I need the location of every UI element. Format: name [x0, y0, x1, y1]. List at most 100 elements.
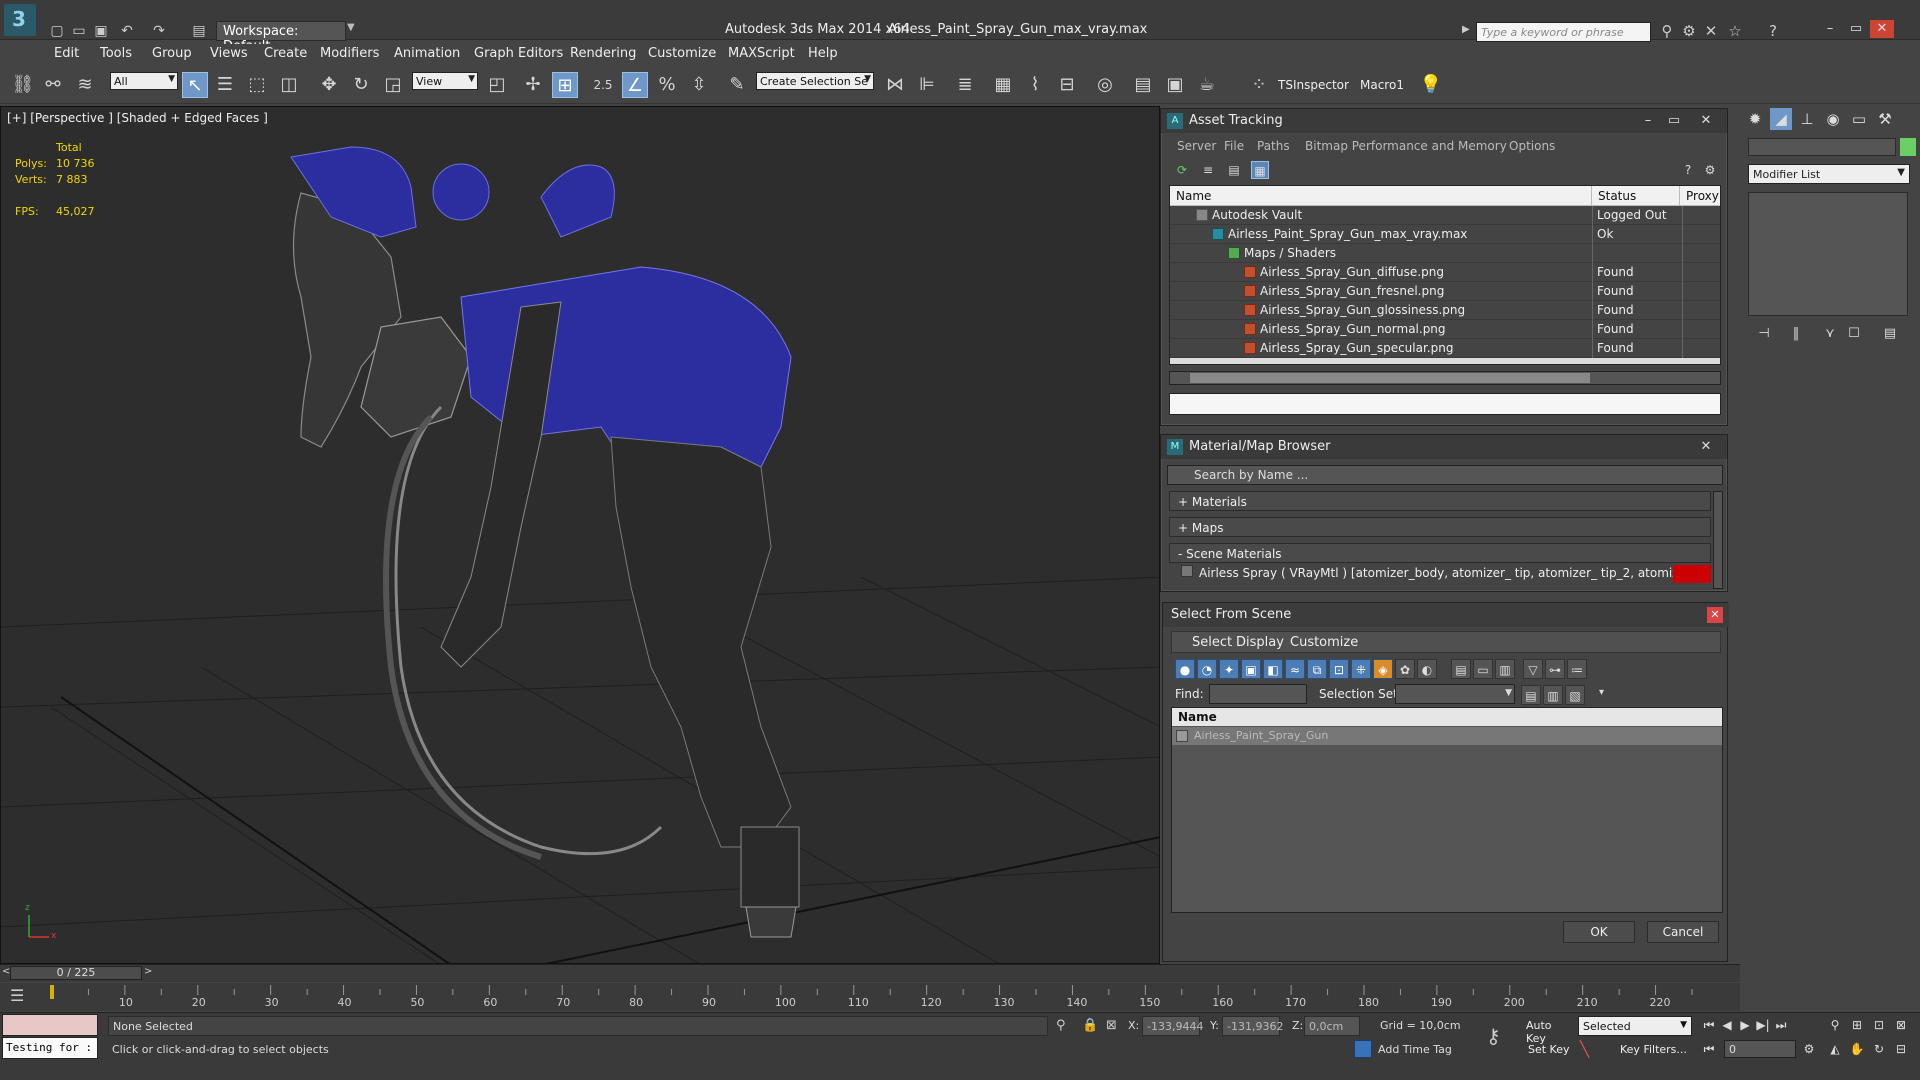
zoom-extents-all-icon[interactable]: ⊠ [1892, 1016, 1910, 1034]
display-cameras-icon[interactable]: ▣ [1241, 659, 1261, 679]
pivot-center-icon[interactable]: ◰ [484, 72, 510, 98]
display-xrefs-icon[interactable]: ⊡ [1329, 659, 1349, 679]
column-status-header[interactable]: Status [1592, 186, 1680, 206]
display-all-icon[interactable]: ▤ [1451, 659, 1471, 679]
table-row[interactable]: Airless_Spray_Gun_normal.png Found [1170, 320, 1720, 339]
show-end-result-icon[interactable]: ‖ [1786, 326, 1806, 346]
y-coordinate-field[interactable]: -131,9362 [1222, 1016, 1283, 1036]
display-helpers-icon[interactable]: ◧ [1263, 659, 1283, 679]
menu-maxscript[interactable]: MAXScript [728, 46, 795, 61]
table-view-icon[interactable]: ▦ [1251, 161, 1269, 179]
percent-snap-icon[interactable]: % [654, 72, 680, 98]
asset-menu-file[interactable]: File [1224, 139, 1244, 153]
select-children-icon[interactable]: ⊶ [1545, 659, 1565, 679]
menu-graph-editors[interactable]: Graph Editors [474, 46, 563, 61]
display-tab-icon[interactable]: ▭ [1848, 108, 1870, 130]
asset-tracking-title-bar[interactable]: A Asset Tracking – ▭ ✕ [1161, 109, 1727, 133]
new-file-icon[interactable]: ▢ [48, 22, 66, 40]
open-file-icon[interactable]: ▭ [70, 22, 88, 40]
rectangular-selection-icon[interactable]: ⬚ [244, 72, 270, 98]
graphite-ribbon-icon[interactable]: ▦ [990, 72, 1016, 98]
ss-menu-display[interactable]: Display [1236, 635, 1284, 650]
unlink-icon[interactable]: ⚯ [40, 72, 66, 98]
material-browser-title-bar[interactable]: M Material/Map Browser ✕ [1161, 435, 1727, 459]
time-tag-icon[interactable] [1354, 1040, 1372, 1058]
key-selection-combo[interactable]: Selected ▼ [1578, 1016, 1692, 1036]
set-key-button[interactable]: Set Key [1524, 1040, 1576, 1060]
infocenter-arrow-icon[interactable]: ▶ [1462, 24, 1470, 35]
current-frame-field[interactable]: 0 [1724, 1040, 1796, 1058]
scene-materials-section[interactable]: - Scene Materials [1169, 543, 1711, 563]
perspective-viewport[interactable]: [+] [Perspective ] [Shaded + Edged Faces… [0, 106, 1160, 964]
hierarchy-tab-icon[interactable]: ⊥ [1796, 108, 1818, 130]
motion-tab-icon[interactable]: ◉ [1822, 108, 1844, 130]
display-hidden-icon[interactable]: ◐ [1417, 659, 1437, 679]
app-logo-button[interactable]: 3 [4, 4, 36, 36]
communication-icon[interactable]: ✕ [1702, 22, 1720, 40]
auto-key-button[interactable]: Auto Key [1524, 1016, 1576, 1045]
z-coordinate-field[interactable]: 0,0cm [1304, 1016, 1360, 1036]
rendered-frame-icon[interactable]: ▣ [1162, 72, 1188, 98]
maximize-icon[interactable]: ▭ [1663, 111, 1685, 131]
display-groups-icon[interactable]: ⧉ [1307, 659, 1327, 679]
maxscript-listener-input[interactable]: Testing for : [2, 1037, 98, 1059]
table-row[interactable]: Airless_Spray_Gun_glossiness.png Found [1170, 301, 1720, 320]
add-time-tag-button[interactable]: Add Time Tag [1378, 1043, 1452, 1056]
isolate-selection-icon[interactable]: ⚲ [1056, 1018, 1066, 1033]
table-row[interactable]: Autodesk VaultLogged Out ... [1170, 206, 1720, 236]
rotate-icon[interactable]: ↻ [348, 72, 374, 98]
pin-stack-icon[interactable]: ⊣ [1754, 326, 1774, 346]
cancel-button[interactable]: Cancel [1647, 921, 1719, 943]
asset-path-field[interactable] [1169, 393, 1721, 415]
bind-space-warp-icon[interactable]: ≋ [72, 72, 98, 98]
close-icon[interactable]: ✕ [1707, 607, 1723, 623]
time-slider-track[interactable] [0, 964, 1740, 982]
find-input[interactable] [1209, 684, 1307, 704]
table-row[interactable]: Airless_Paint_Spray_Gun_max_vray.max Ok [1170, 225, 1720, 244]
macro1-button[interactable]: Macro1 [1360, 78, 1404, 92]
select-object-icon[interactable]: ↖ [182, 72, 208, 98]
mini-curve-editor-icon[interactable]: ☰ [10, 986, 24, 1005]
keyboard-shortcut-override-icon[interactable]: ⊞ [552, 72, 578, 98]
named-selection-set-combo[interactable]: Create Selection Se ▼ [756, 72, 874, 90]
menu-tools[interactable]: Tools [100, 46, 132, 61]
workspace-arrow-icon[interactable]: ▼ [347, 22, 359, 40]
create-selection-set-icon[interactable]: ▤ [1521, 685, 1541, 705]
select-from-scene-title[interactable]: Select From Scene [1163, 603, 1729, 627]
table-row[interactable]: Airless_Spray_Gun_specular.png Found [1170, 339, 1720, 358]
key-filters-button[interactable]: Key Filters... [1616, 1040, 1692, 1060]
asset-menu-bitmap[interactable]: Bitmap Performance and Memory [1305, 139, 1507, 153]
save-file-icon[interactable]: ▣ [92, 22, 110, 40]
configure-modifier-sets-icon[interactable]: ▤ [1880, 326, 1900, 346]
pan-icon[interactable]: ✋ [1848, 1040, 1866, 1058]
reference-coord-combo[interactable]: View ▼ [412, 72, 478, 90]
ss-menu-select[interactable]: Select [1192, 635, 1232, 650]
minimize-icon[interactable]: – [1637, 111, 1659, 131]
column-proxy-header[interactable]: Proxy R [1680, 186, 1720, 206]
undo-icon[interactable]: ↶ [118, 22, 136, 40]
display-containers-icon[interactable]: ◈ [1373, 659, 1393, 679]
close-icon[interactable]: ✕ [1695, 437, 1717, 457]
select-dependents-icon[interactable]: ≔ [1567, 659, 1587, 679]
close-icon[interactable]: ✕ [1870, 20, 1894, 38]
name-column-header[interactable]: Name [1172, 708, 1722, 726]
display-geometry-icon[interactable]: ● [1175, 659, 1195, 679]
material-editor-icon[interactable]: ◎ [1092, 72, 1118, 98]
menu-modifiers[interactable]: Modifiers [320, 46, 379, 61]
display-invert-icon[interactable]: ▥ [1495, 659, 1515, 679]
orbit-icon[interactable]: ↻ [1870, 1040, 1888, 1058]
material-search-input[interactable]: Search by Name ... [1167, 465, 1723, 485]
zoom-icon[interactable]: ⚲ [1826, 1016, 1844, 1034]
asset-menu-paths[interactable]: Paths [1257, 139, 1290, 153]
redo-icon[interactable]: ↷ [150, 22, 168, 40]
key-mode-icon[interactable]: ╲ [1580, 1040, 1589, 1058]
scene-material-item[interactable]: Airless Spray ( VRayMtl ) [atomizer_body… [1181, 565, 1711, 583]
display-frozen-icon[interactable]: ✿ [1395, 659, 1415, 679]
table-row[interactable]: Maps / Shaders [1170, 244, 1720, 263]
table-row[interactable]: Airless_Spray_Gun_fresnel.png Found [1170, 282, 1720, 301]
menu-edit[interactable]: Edit [54, 46, 79, 61]
add-to-selection-set-icon[interactable]: ▥ [1543, 685, 1563, 705]
help-icon[interactable]: ? [1764, 22, 1782, 40]
track-bar[interactable] [0, 983, 1740, 1011]
menu-create[interactable]: Create [264, 46, 307, 61]
